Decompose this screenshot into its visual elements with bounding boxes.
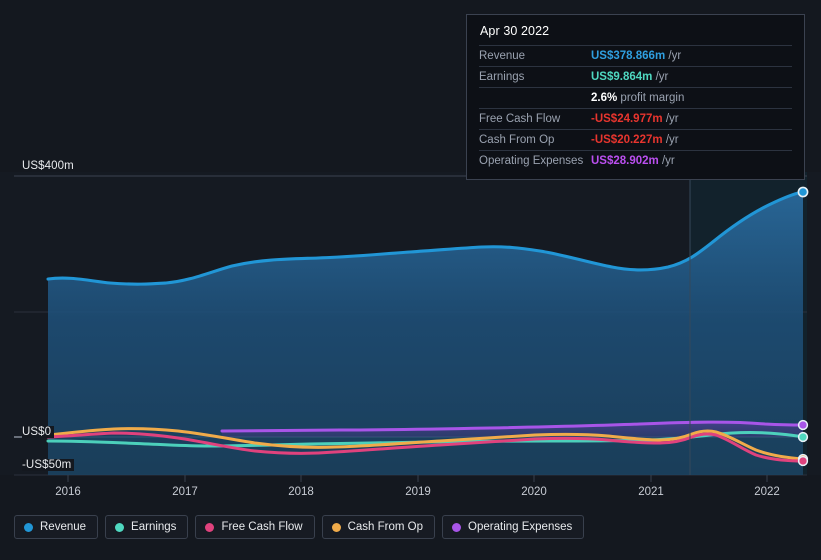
y-axis-label-bottom: -US$50m [22,459,75,471]
tooltip-row: Operating Expenses US$28.902m /yr [479,150,792,171]
legend-label: Revenue [40,521,87,533]
tooltip-label-earnings: Earnings [479,66,591,88]
tooltip-row: Cash From Op -US$20.227m /yr [479,129,792,151]
x-axis-tick-2016: 2016 [55,486,81,498]
y-axis-label-zero: US$0 [22,426,55,438]
free-cash-flow-endpoint-dot [797,455,809,467]
tooltip-value-cash-from-op: -US$20.227m /yr [591,129,792,151]
tooltip-label-profit-margin [479,87,591,109]
legend-label: Operating Expenses [468,521,573,533]
x-axis-tick-2017: 2017 [172,486,198,498]
legend-dot-icon [205,522,215,532]
tooltip-label-operating-expenses: Operating Expenses [479,150,591,171]
tooltip-row: Free Cash Flow -US$24.977m /yr [479,108,792,130]
tooltip-value-profit-margin: 2.6% profit margin [591,87,792,109]
legend-label: Earnings [131,521,177,533]
legend-item-cash-from-op[interactable]: Cash From Op [321,515,436,539]
earnings-endpoint-dot [797,431,809,443]
tooltip-row: 2.6% profit margin [479,87,792,109]
tooltip-row: Revenue US$378.866m /yr [479,45,792,67]
tooltip-table: Revenue US$378.866m /yr Earnings US$9.86… [479,45,792,171]
legend-dot-icon [115,522,125,532]
tooltip-value-earnings: US$9.864m /yr [591,66,792,88]
chart-legend: Revenue Earnings Free Cash Flow Cash Fro… [14,515,585,539]
tooltip-row: Earnings US$9.864m /yr [479,66,792,88]
legend-dot-icon [452,522,462,532]
legend-label: Cash From Op [347,521,424,533]
legend-item-operating-expenses[interactable]: Operating Expenses [442,515,585,539]
tooltip-date: Apr 30 2022 [480,24,550,38]
x-axis-tick-2021: 2021 [638,486,664,498]
legend-dot-icon [24,522,33,532]
legend-item-revenue[interactable]: Revenue [14,515,99,539]
tooltip-label-free-cash-flow: Free Cash Flow [479,108,591,130]
legend-item-free-cash-flow[interactable]: Free Cash Flow [195,515,315,539]
x-axis-tick-2018: 2018 [288,486,314,498]
x-axis-tick-2022: 2022 [754,486,780,498]
x-tick-marks [67,475,768,482]
operating-expenses-endpoint-dot [797,419,809,431]
tooltip-value-free-cash-flow: -US$24.977m /yr [591,108,792,130]
financial-chart-widget: US$400m US$0 -US$50m 2016 2017 2018 2019… [0,0,821,560]
tooltip-label-revenue: Revenue [479,45,591,67]
legend-item-earnings[interactable]: Earnings [105,515,189,539]
revenue-endpoint-dot [797,186,809,198]
legend-dot-icon [331,522,341,532]
x-axis-tick-2020: 2020 [521,486,547,498]
y-axis-label-top: US$400m [22,160,77,172]
legend-label: Free Cash Flow [221,521,303,533]
tooltip-value-operating-expenses: US$28.902m /yr [591,150,792,171]
tooltip-value-revenue: US$378.866m /yr [591,45,792,67]
x-axis-tick-2019: 2019 [405,486,431,498]
tooltip-label-cash-from-op: Cash From Op [479,129,591,151]
data-tooltip: Apr 30 2022 Revenue US$378.866m /yr Earn… [466,14,805,180]
